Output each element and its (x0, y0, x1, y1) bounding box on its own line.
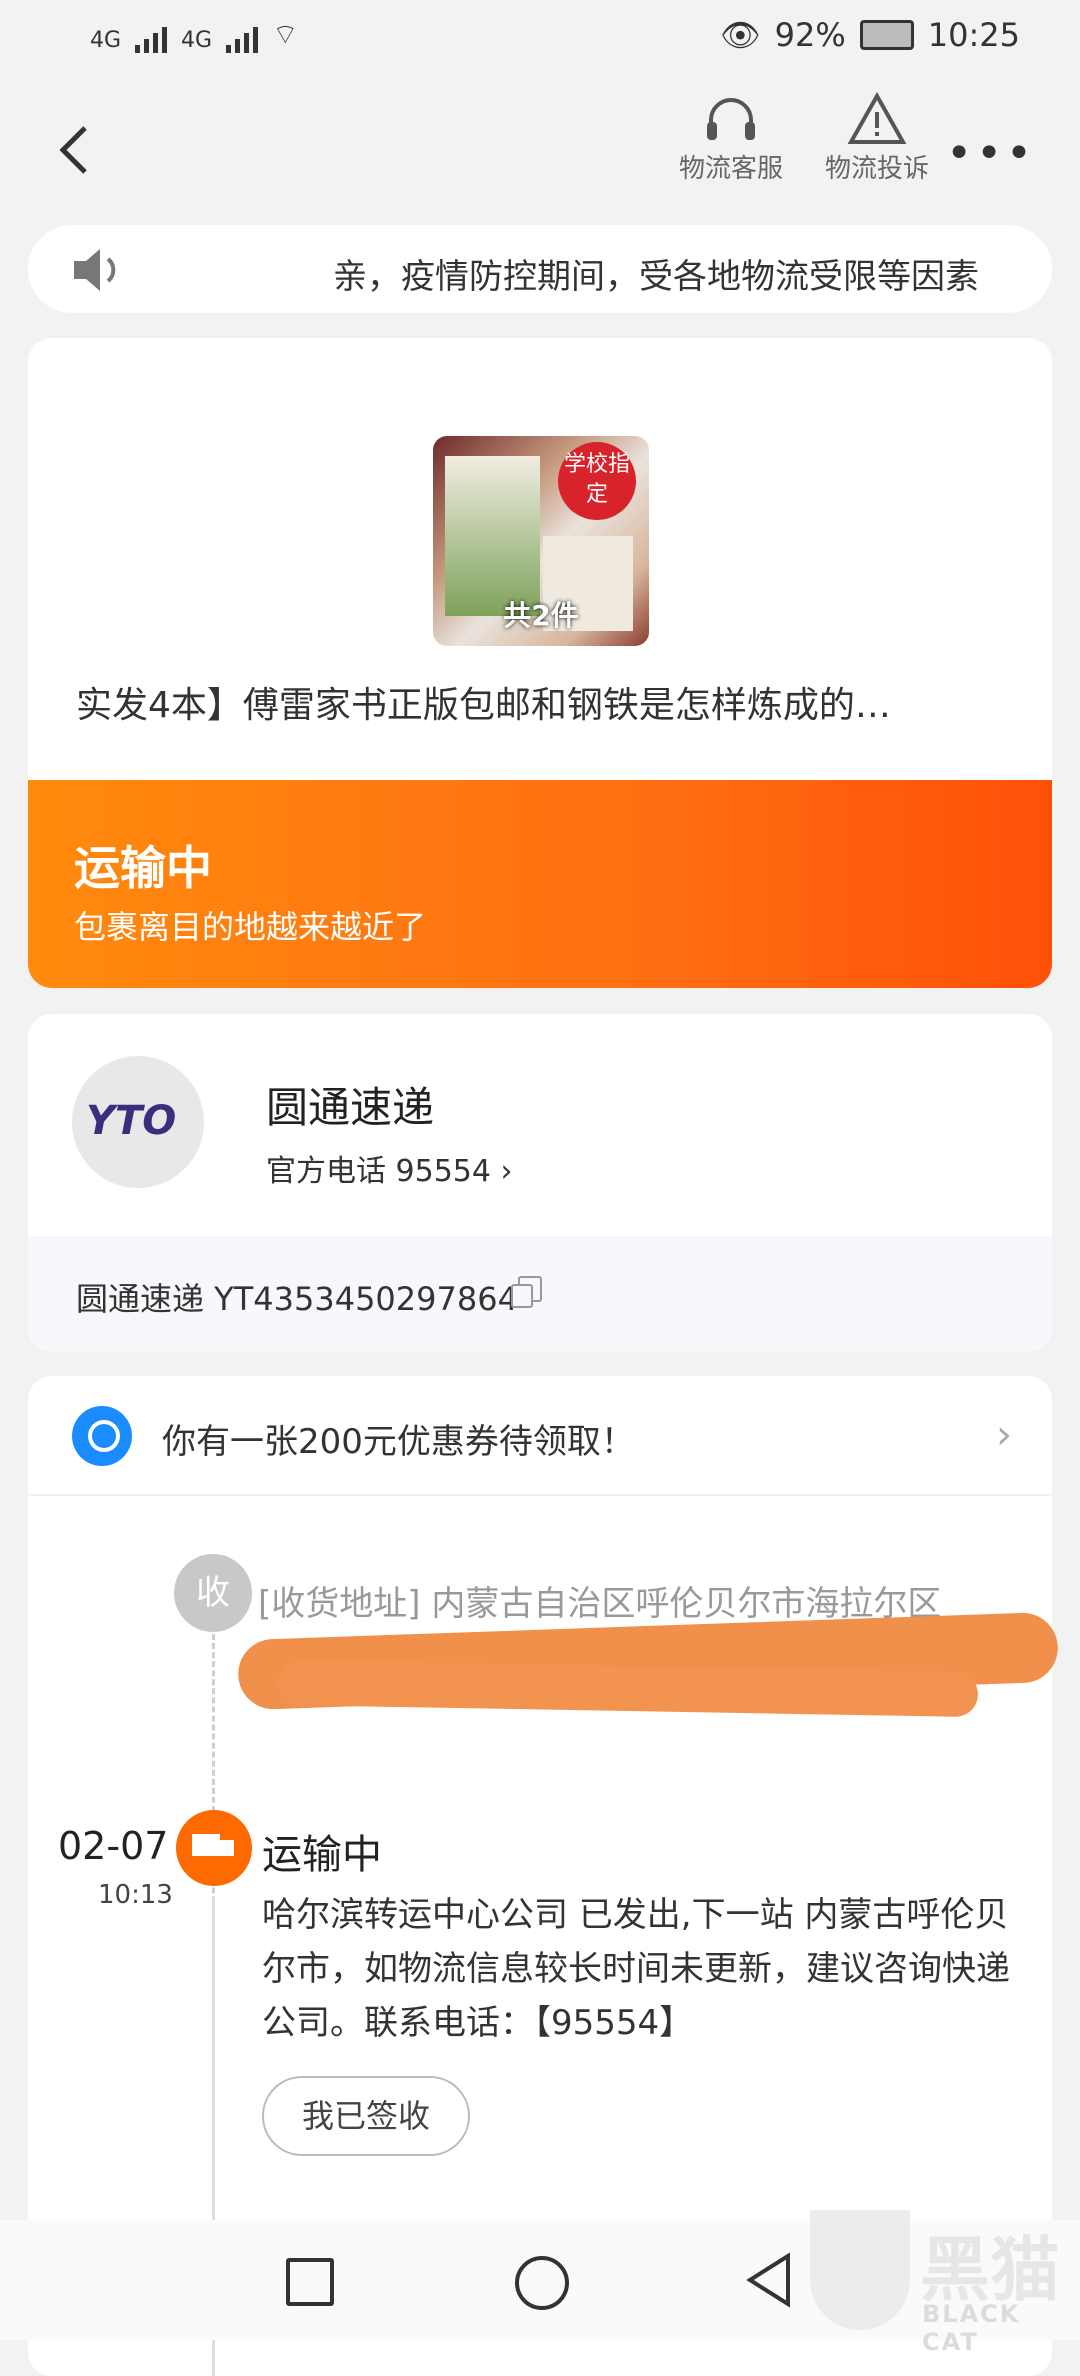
product-card[interactable]: 学校指定 共2件 实发4本】傅雷家书正版包邮和钢铁是怎样炼成的… 运输中 包裹离… (28, 338, 1052, 988)
item-count: 共2件 (503, 599, 579, 632)
event-description: 哈尔滨转运中心公司 已发出,下一站 内蒙古呼伦贝尔市，如物流信息较长时间未更新，… (262, 1895, 1010, 2043)
receive-address: [收货地址] 内蒙古自治区呼伦贝尔市海拉尔区 (258, 1584, 942, 1624)
blackcat-watermark: 黑猫 BLACK CAT (810, 2210, 1080, 2356)
event-time: 10:13 (98, 1880, 173, 1910)
complaint-button[interactable]: 物流投诉 (812, 92, 942, 185)
notice-text: 亲，疫情防控期间，受各地物流受限等因素 (333, 257, 979, 297)
chevron-right-icon[interactable]: › (996, 1412, 1012, 1458)
customer-service-label: 物流客服 (678, 154, 783, 184)
battery-percent: 92% (774, 16, 846, 54)
home-button[interactable] (515, 2256, 569, 2310)
signal-1-label: 4G (90, 28, 122, 53)
watermark-en: BLACK CAT (922, 2300, 1021, 2356)
coupon-text[interactable]: 你有一张200元优惠券待领取！ (162, 1414, 635, 1463)
shipping-status-subtitle: 包裹离目的地越来越近了 (74, 908, 427, 946)
back-nav-button[interactable] (744, 2252, 794, 2308)
battery-icon (859, 20, 914, 50)
receive-address-icon: 收 (174, 1554, 252, 1632)
shipping-status-title: 运输中 (74, 841, 212, 895)
clock: 10:25 (927, 16, 1020, 54)
customer-service-button[interactable]: 物流客服 (666, 92, 796, 185)
signal-indicators: 4G 4G ⌔ (90, 18, 298, 53)
headset-icon (666, 92, 796, 148)
chevron-left-icon (59, 126, 87, 174)
shipping-status-banner: 运输中 包裹离目的地越来越近了 (28, 780, 1052, 988)
status-right: 👁 92% 10:25 (720, 16, 1020, 54)
eye-icon: 👁 (720, 16, 761, 54)
confirm-received-button[interactable]: 我已签收 (262, 2076, 470, 2156)
more-button[interactable]: ••• (946, 128, 1036, 179)
courier-card: YTO 圆通速递 官方电话 95554 › 圆通速递 YT43534502978… (28, 1014, 1052, 1352)
product-thumbnail[interactable]: 学校指定 共2件 (433, 436, 649, 646)
notice-banner[interactable]: 亲，疫情防控期间，受各地物流受限等因素 (28, 225, 1052, 313)
signal-bars-icon (135, 23, 168, 53)
shield-logo-icon (810, 2210, 910, 2330)
product-title: 实发4本】傅雷家书正版包邮和钢铁是怎样炼成的… (76, 685, 891, 726)
tracking-number: 圆通速递 YT4353450297864 (76, 1280, 518, 1318)
tracking-number-bar: 圆通速递 YT4353450297864 (28, 1236, 1052, 1352)
copy-icon[interactable] (511, 1276, 542, 1308)
signal-2-label: 4G (181, 28, 213, 53)
yto-logo: YTO (72, 1056, 204, 1188)
complaint-label: 物流投诉 (824, 154, 929, 184)
warning-icon (812, 92, 942, 148)
wifi-icon: ⌔ (272, 18, 299, 51)
speaker-icon (74, 249, 116, 291)
event-date: 02-07 (58, 1824, 169, 1868)
divider (28, 1494, 1052, 1496)
status-bar: 4G 4G ⌔ 👁 92% 10:25 (0, 0, 1080, 80)
signal-bars-2-icon (226, 23, 259, 53)
more-icon: ••• (946, 128, 1036, 179)
book-cover-image (445, 456, 540, 616)
courier-phone-link[interactable]: 官方电话 95554 › (266, 1146, 513, 1190)
product-badge: 学校指定 (558, 442, 636, 520)
back-button[interactable] (55, 120, 95, 180)
recents-button[interactable] (286, 2258, 334, 2306)
courier-name: 圆通速递 (266, 1083, 435, 1132)
truck-icon (176, 1810, 252, 1886)
coupon-icon (72, 1406, 132, 1466)
event-title: 运输中 (262, 1832, 382, 1878)
